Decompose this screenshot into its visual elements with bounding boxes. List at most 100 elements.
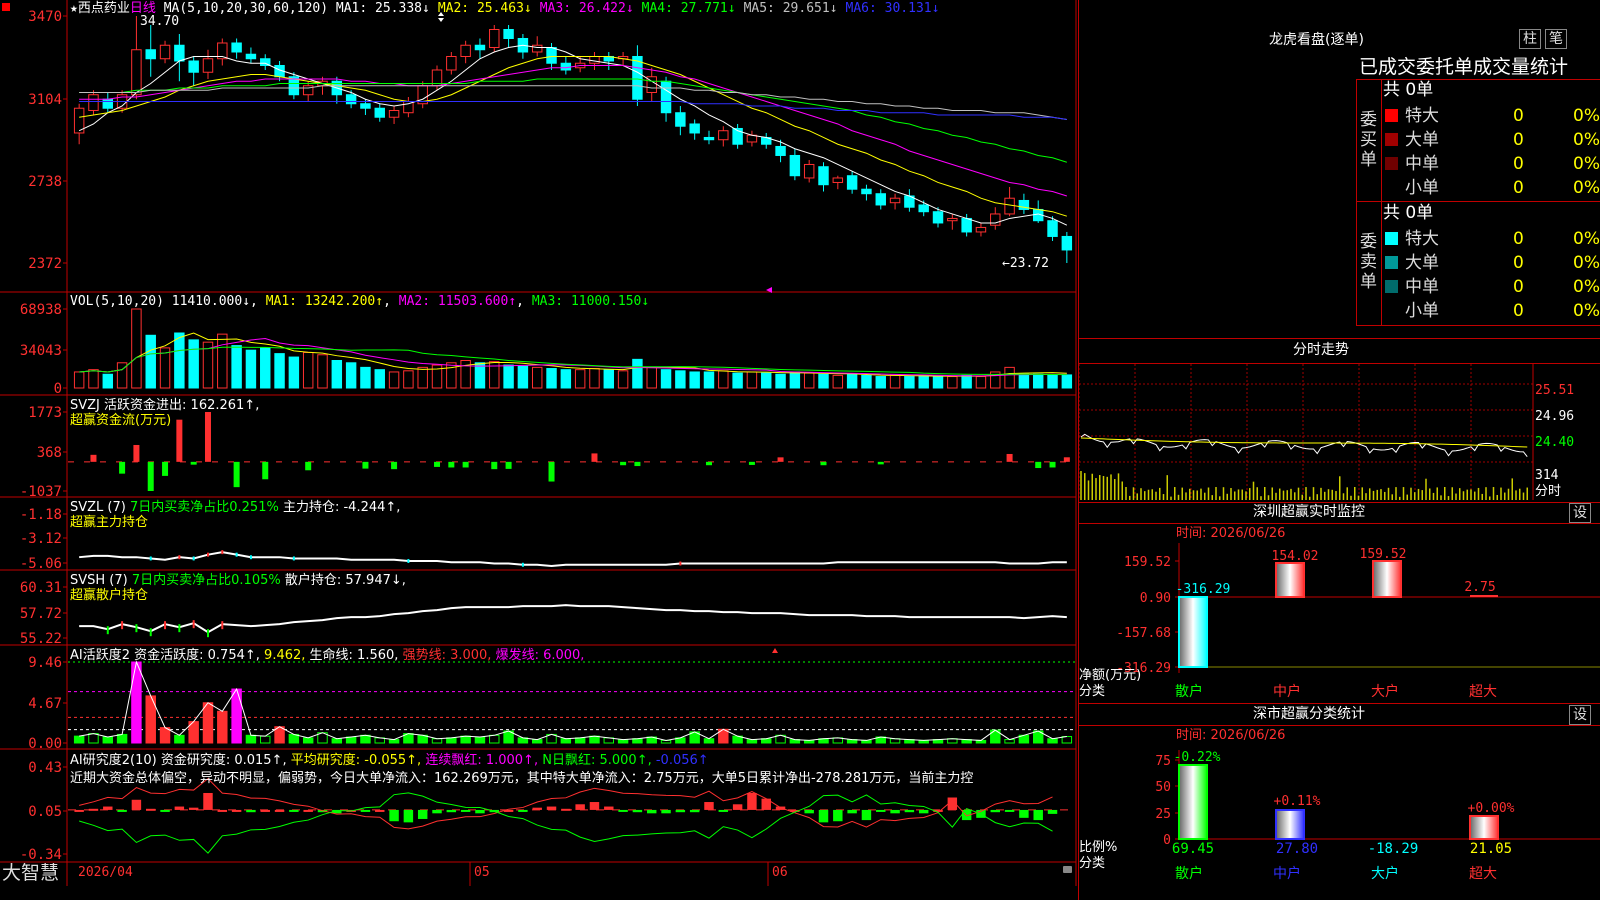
candle[interactable] — [489, 28, 500, 48]
candle[interactable] — [861, 188, 872, 195]
ai-research-bar[interactable] — [589, 802, 600, 810]
ai-research-bar[interactable] — [918, 809, 929, 814]
ai-research-bar[interactable] — [303, 809, 313, 812]
volume-bar[interactable] — [88, 369, 99, 389]
volume-bar[interactable] — [231, 345, 242, 389]
volume-bar[interactable] — [302, 351, 314, 389]
svzj-bar[interactable] — [190, 461, 197, 465]
ai-research-bar[interactable] — [747, 792, 757, 810]
ai-research-bar[interactable] — [231, 809, 242, 812]
svzj-bar[interactable] — [1049, 461, 1056, 468]
ai-research-bar[interactable] — [704, 802, 714, 810]
svzj-bar[interactable] — [162, 461, 169, 476]
candle[interactable] — [446, 55, 457, 71]
candle[interactable] — [961, 217, 972, 233]
ai-active-bar[interactable] — [102, 736, 114, 744]
ai-research-bar[interactable] — [88, 808, 99, 811]
intraday-chart-svg[interactable] — [1079, 364, 1600, 504]
volume-bar[interactable] — [818, 373, 829, 389]
svzj-bar[interactable] — [548, 461, 555, 482]
candle[interactable] — [88, 94, 99, 111]
ai-research-bar[interactable] — [732, 804, 743, 810]
volume-bar[interactable] — [159, 347, 171, 389]
candle[interactable] — [818, 166, 829, 186]
candle[interactable] — [975, 226, 987, 233]
ai-research-bar[interactable] — [1047, 809, 1058, 814]
svzj-bar[interactable] — [204, 412, 211, 462]
ai-research-bar[interactable] — [74, 809, 84, 812]
svzj-bar[interactable] — [877, 461, 884, 465]
volume-bar[interactable] — [102, 373, 114, 389]
ai-active-bar[interactable] — [73, 735, 85, 744]
svzj-bar[interactable] — [1006, 453, 1013, 462]
ai-active-bar[interactable] — [174, 734, 185, 744]
svzj-bar[interactable] — [262, 461, 269, 480]
candle[interactable] — [660, 80, 672, 114]
candle[interactable] — [1061, 235, 1073, 251]
volume-bar[interactable] — [718, 370, 729, 389]
volume-bar[interactable] — [217, 333, 228, 389]
bar-view-button[interactable]: 柱 — [1519, 29, 1541, 49]
ai-research-bar[interactable] — [876, 809, 886, 812]
ai-research-bar[interactable] — [217, 809, 228, 812]
svzj-bar[interactable] — [434, 461, 441, 467]
volume-bar[interactable] — [245, 349, 257, 389]
volume-bar[interactable] — [345, 362, 357, 389]
svzj-bar[interactable] — [1035, 461, 1042, 469]
svzj-bar[interactable] — [591, 453, 598, 462]
ai-research-bar[interactable] — [647, 809, 657, 814]
ai-active-bar[interactable] — [446, 737, 457, 744]
ai-research-bar[interactable] — [432, 809, 442, 814]
ai-research-bar[interactable] — [546, 806, 557, 810]
ai-active-bar[interactable] — [489, 734, 500, 744]
volume-bar[interactable] — [317, 354, 328, 389]
ai-research-bar[interactable] — [446, 809, 457, 813]
svzj-bar[interactable] — [748, 461, 755, 465]
ai-active-bar[interactable] — [574, 737, 586, 744]
volume-bar[interactable] — [746, 371, 758, 389]
volume-bar[interactable] — [975, 376, 987, 389]
candle[interactable] — [832, 177, 844, 183]
volume-bar[interactable] — [1004, 366, 1015, 389]
ai-research-bar[interactable] — [847, 809, 857, 814]
candle[interactable] — [703, 136, 715, 141]
ai-active-bar[interactable] — [217, 710, 228, 744]
candle[interactable] — [990, 213, 1001, 226]
ai-active-bar[interactable] — [202, 702, 214, 744]
svzj-bar[interactable] — [777, 457, 784, 462]
ai-research-bar[interactable] — [618, 809, 628, 812]
candle[interactable] — [932, 211, 944, 224]
candle[interactable] — [675, 112, 686, 127]
volume-bar[interactable] — [274, 353, 285, 389]
ai-active-bar[interactable] — [260, 735, 271, 744]
candle[interactable] — [145, 49, 156, 60]
ai-research-bar[interactable] — [246, 809, 256, 813]
svzj-bar[interactable] — [133, 444, 140, 462]
volume-bar[interactable] — [188, 339, 199, 389]
volume-bar[interactable] — [574, 369, 586, 389]
ai-research-bar[interactable] — [289, 809, 299, 812]
candle[interactable] — [202, 58, 214, 73]
volume-bar[interactable] — [260, 347, 271, 389]
ai-research-bar[interactable] — [575, 804, 585, 810]
ai-active-bar[interactable] — [331, 738, 343, 744]
volume-bar[interactable] — [546, 368, 557, 389]
ai-active-bar[interactable] — [88, 733, 99, 744]
volume-bar[interactable] — [932, 376, 944, 389]
ai-active-bar[interactable] — [431, 738, 443, 744]
ai-research-bar[interactable] — [274, 809, 285, 812]
candle[interactable] — [102, 98, 114, 109]
ai-research-bar[interactable] — [904, 809, 915, 813]
class-bar-retail[interactable] — [1178, 764, 1208, 840]
ai-active-bar[interactable] — [360, 734, 371, 744]
corner-marker[interactable] — [2, 3, 10, 11]
svzj-bar[interactable] — [391, 461, 398, 470]
volume-bar[interactable] — [675, 370, 686, 389]
ai-research-bar[interactable] — [775, 806, 786, 810]
volume-bar[interactable] — [803, 372, 815, 389]
ai-research-bar[interactable] — [689, 809, 700, 813]
svzj-bar[interactable] — [147, 461, 154, 491]
svzj-bar[interactable] — [505, 461, 512, 469]
svzj-bar[interactable] — [176, 419, 183, 462]
candle[interactable] — [589, 55, 600, 64]
